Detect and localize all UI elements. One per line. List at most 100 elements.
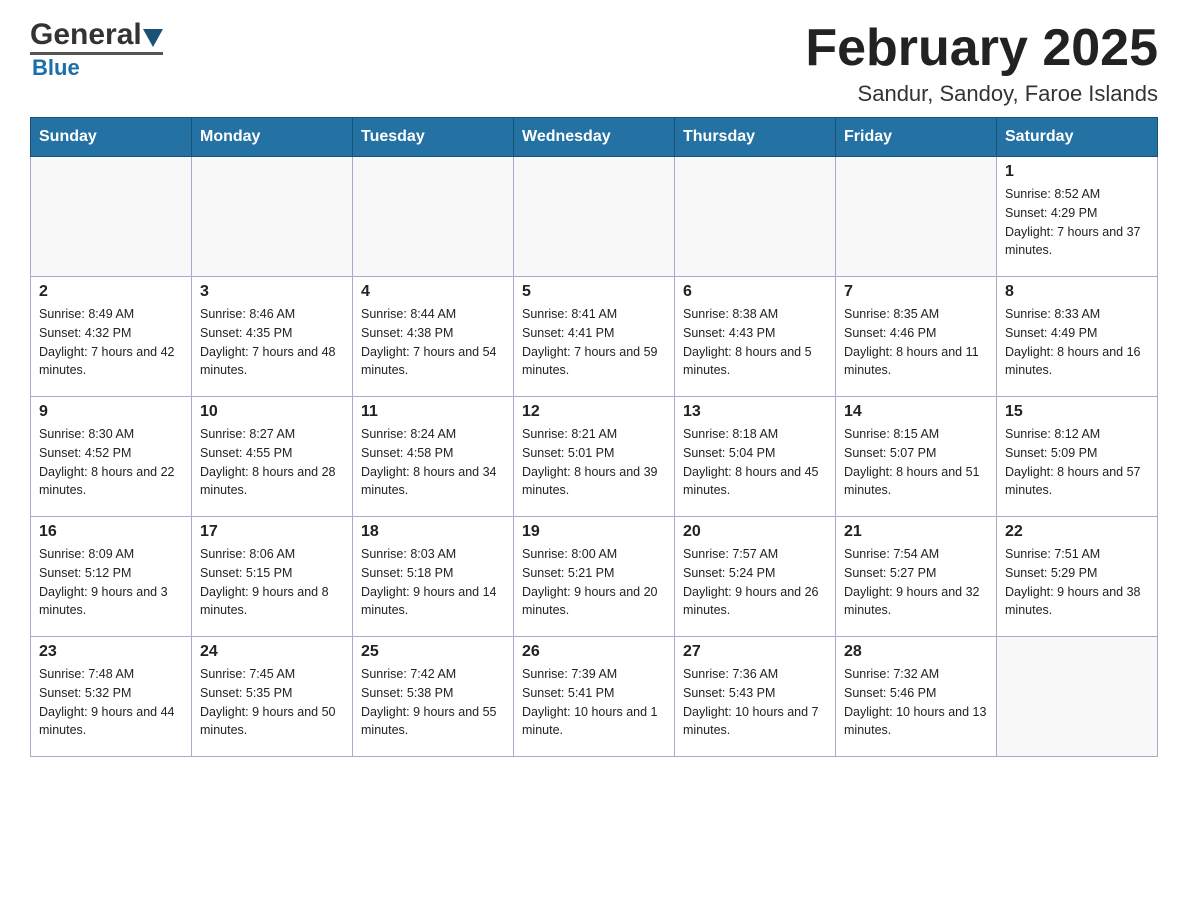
page-header: General Blue February 2025 Sandur, Sando…: [30, 20, 1158, 107]
day-info: Sunrise: 7:54 AMSunset: 5:27 PMDaylight:…: [844, 545, 988, 620]
day-info: Sunrise: 7:39 AMSunset: 5:41 PMDaylight:…: [522, 665, 666, 740]
day-info: Sunrise: 8:12 AMSunset: 5:09 PMDaylight:…: [1005, 425, 1149, 500]
calendar-cell: 17 Sunrise: 8:06 AMSunset: 5:15 PMDayligh…: [192, 517, 353, 637]
day-number: 21: [844, 523, 988, 541]
day-number: 26: [522, 643, 666, 661]
calendar-cell: 9 Sunrise: 8:30 AMSunset: 4:52 PMDaylight…: [31, 397, 192, 517]
calendar-cell: 14Sunrise: 8:15 AMSunset: 5:07 PMDayligh…: [836, 397, 997, 517]
day-info: Sunrise: 8:06 AMSunset: 5:15 PMDaylight:…: [200, 545, 344, 620]
day-info: Sunrise: 8:27 AMSunset: 4:55 PMDaylight:…: [200, 425, 344, 500]
calendar-cell: 25 Sunrise: 7:42 AMSunset: 5:38 PMDayligh…: [353, 637, 514, 757]
day-number: 19: [522, 523, 666, 541]
location-title: Sandur, Sandoy, Faroe Islands: [805, 81, 1158, 107]
day-number: 22: [1005, 523, 1149, 541]
calendar-week-row: 9 Sunrise: 8:30 AMSunset: 4:52 PMDaylight…: [31, 397, 1158, 517]
day-info: Sunrise: 8:38 AMSunset: 4:43 PMDaylight:…: [683, 305, 827, 380]
day-info: Sunrise: 7:51 AMSunset: 5:29 PMDaylight:…: [1005, 545, 1149, 620]
calendar-week-row: 23 Sunrise: 7:48 AMSunset: 5:32 PMDayligh…: [31, 637, 1158, 757]
calendar-cell: 12Sunrise: 8:21 AMSunset: 5:01 PMDayligh…: [514, 397, 675, 517]
calendar-cell: 8 Sunrise: 8:33 AMSunset: 4:49 PMDaylight…: [997, 277, 1158, 397]
day-info: Sunrise: 8:41 AMSunset: 4:41 PMDaylight:…: [522, 305, 666, 380]
calendar-cell: 13 Sunrise: 8:18 AMSunset: 5:04 PMDayligh…: [675, 397, 836, 517]
calendar-header-row: SundayMondayTuesdayWednesdayThursdayFrid…: [31, 118, 1158, 157]
day-header-tuesday: Tuesday: [353, 118, 514, 157]
calendar-cell: 2 Sunrise: 8:49 AMSunset: 4:32 PMDaylight…: [31, 277, 192, 397]
day-header-friday: Friday: [836, 118, 997, 157]
calendar-cell: 21 Sunrise: 7:54 AMSunset: 5:27 PMDayligh…: [836, 517, 997, 637]
calendar-cell: [836, 157, 997, 277]
day-info: Sunrise: 8:09 AMSunset: 5:12 PMDaylight:…: [39, 545, 183, 620]
calendar-week-row: 2 Sunrise: 8:49 AMSunset: 4:32 PMDaylight…: [31, 277, 1158, 397]
day-info: Sunrise: 8:00 AMSunset: 5:21 PMDaylight:…: [522, 545, 666, 620]
day-number: 15: [1005, 403, 1149, 421]
calendar-week-row: 1 Sunrise: 8:52 AMSunset: 4:29 PMDaylight…: [31, 157, 1158, 277]
day-number: 5: [522, 283, 666, 301]
calendar-cell: 18 Sunrise: 8:03 AMSunset: 5:18 PMDayligh…: [353, 517, 514, 637]
month-title: February 2025: [805, 20, 1158, 77]
day-number: 4: [361, 283, 505, 301]
calendar-cell: [514, 157, 675, 277]
calendar-week-row: 16 Sunrise: 8:09 AMSunset: 5:12 PMDayligh…: [31, 517, 1158, 637]
calendar-cell: 6 Sunrise: 8:38 AMSunset: 4:43 PMDaylight…: [675, 277, 836, 397]
day-header-saturday: Saturday: [997, 118, 1158, 157]
day-header-thursday: Thursday: [675, 118, 836, 157]
day-info: Sunrise: 8:15 AMSunset: 5:07 PMDaylight:…: [844, 425, 988, 500]
day-info: Sunrise: 8:49 AMSunset: 4:32 PMDaylight:…: [39, 305, 183, 380]
day-number: 16: [39, 523, 183, 541]
title-section: February 2025 Sandur, Sandoy, Faroe Isla…: [805, 20, 1158, 107]
day-info: Sunrise: 8:30 AMSunset: 4:52 PMDaylight:…: [39, 425, 183, 500]
day-number: 2: [39, 283, 183, 301]
logo-general-text: General: [30, 20, 142, 50]
calendar-cell: 7 Sunrise: 8:35 AMSunset: 4:46 PMDaylight…: [836, 277, 997, 397]
calendar-cell: 16 Sunrise: 8:09 AMSunset: 5:12 PMDayligh…: [31, 517, 192, 637]
day-number: 25: [361, 643, 505, 661]
day-info: Sunrise: 8:35 AMSunset: 4:46 PMDaylight:…: [844, 305, 988, 380]
calendar-cell: 3Sunrise: 8:46 AMSunset: 4:35 PMDaylight…: [192, 277, 353, 397]
calendar-cell: 27Sunrise: 7:36 AMSunset: 5:43 PMDayligh…: [675, 637, 836, 757]
day-number: 12: [522, 403, 666, 421]
day-info: Sunrise: 8:52 AMSunset: 4:29 PMDaylight:…: [1005, 185, 1149, 260]
day-info: Sunrise: 7:36 AMSunset: 5:43 PMDaylight:…: [683, 665, 827, 740]
day-info: Sunrise: 8:03 AMSunset: 5:18 PMDaylight:…: [361, 545, 505, 620]
calendar-cell: 23 Sunrise: 7:48 AMSunset: 5:32 PMDayligh…: [31, 637, 192, 757]
logo-row1: General: [30, 20, 163, 50]
calendar-cell: 11Sunrise: 8:24 AMSunset: 4:58 PMDayligh…: [353, 397, 514, 517]
day-number: 10: [200, 403, 344, 421]
day-number: 6: [683, 283, 827, 301]
calendar-cell: 20Sunrise: 7:57 AMSunset: 5:24 PMDayligh…: [675, 517, 836, 637]
day-header-monday: Monday: [192, 118, 353, 157]
day-info: Sunrise: 7:48 AMSunset: 5:32 PMDaylight:…: [39, 665, 183, 740]
day-number: 17: [200, 523, 344, 541]
calendar-cell: [31, 157, 192, 277]
calendar-cell: 26 Sunrise: 7:39 AMSunset: 5:41 PMDayligh…: [514, 637, 675, 757]
logo: General Blue: [30, 20, 163, 81]
logo-arrow-icon: [143, 29, 163, 47]
calendar-cell: 15 Sunrise: 8:12 AMSunset: 5:09 PMDayligh…: [997, 397, 1158, 517]
day-number: 1: [1005, 163, 1149, 181]
day-number: 7: [844, 283, 988, 301]
day-number: 9: [39, 403, 183, 421]
day-header-wednesday: Wednesday: [514, 118, 675, 157]
calendar-cell: 24 Sunrise: 7:45 AMSunset: 5:35 PMDayligh…: [192, 637, 353, 757]
day-number: 8: [1005, 283, 1149, 301]
day-info: Sunrise: 8:44 AMSunset: 4:38 PMDaylight:…: [361, 305, 505, 380]
calendar-cell: [675, 157, 836, 277]
day-info: Sunrise: 8:18 AMSunset: 5:04 PMDaylight:…: [683, 425, 827, 500]
calendar-table: SundayMondayTuesdayWednesdayThursdayFrid…: [30, 117, 1158, 757]
day-number: 18: [361, 523, 505, 541]
calendar-cell: 28Sunrise: 7:32 AMSunset: 5:46 PMDayligh…: [836, 637, 997, 757]
calendar-cell: 4 Sunrise: 8:44 AMSunset: 4:38 PMDaylight…: [353, 277, 514, 397]
day-info: Sunrise: 8:46 AMSunset: 4:35 PMDaylight:…: [200, 305, 344, 380]
calendar-cell: [997, 637, 1158, 757]
day-info: Sunrise: 7:45 AMSunset: 5:35 PMDaylight:…: [200, 665, 344, 740]
day-number: 13: [683, 403, 827, 421]
day-number: 23: [39, 643, 183, 661]
day-number: 24: [200, 643, 344, 661]
day-info: Sunrise: 7:42 AMSunset: 5:38 PMDaylight:…: [361, 665, 505, 740]
day-info: Sunrise: 8:33 AMSunset: 4:49 PMDaylight:…: [1005, 305, 1149, 380]
calendar-cell: 19 Sunrise: 8:00 AMSunset: 5:21 PMDayligh…: [514, 517, 675, 637]
calendar-cell: 22 Sunrise: 7:51 AMSunset: 5:29 PMDayligh…: [997, 517, 1158, 637]
day-number: 28: [844, 643, 988, 661]
calendar-cell: 10 Sunrise: 8:27 AMSunset: 4:55 PMDayligh…: [192, 397, 353, 517]
day-number: 11: [361, 403, 505, 421]
